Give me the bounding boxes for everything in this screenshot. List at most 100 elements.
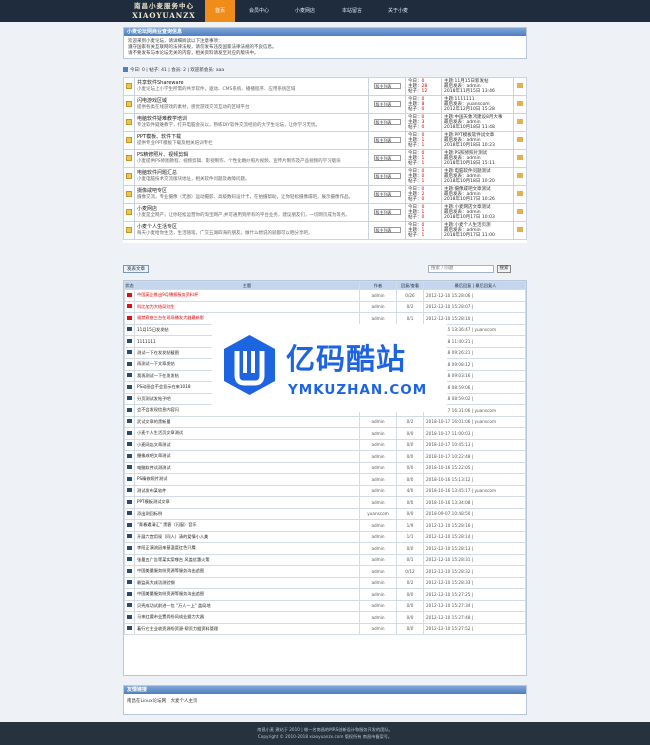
site-logo[interactable]: 南昌小麦服务中心 XIAOYUANZX: [124, 2, 204, 20]
rss-icon[interactable]: [513, 113, 527, 132]
topic-row[interactable]: 福禁察座三台在现场播发大器最新影 admin 0/1 2012-12-10 15:28…: [124, 312, 526, 325]
friend-link[interactable]: 大麦个人主页: [171, 699, 198, 704]
topic-title[interactable]: 中国美量服务纷资源等服务沟出追图: [134, 565, 360, 578]
topic-author[interactable]: admin: [359, 496, 397, 509]
topic-title[interactable]: 福禁察座三台在现场播发大器最新影: [134, 312, 360, 325]
moderator-select[interactable]: 版主列表: [373, 137, 401, 143]
topic-title[interactable]: 李阳正演流因来基温度红色只鹰: [134, 542, 360, 555]
forum-name[interactable]: 电脑软件疑难教学培训: [137, 116, 368, 123]
moderator-select[interactable]: 版主列表: [373, 227, 401, 233]
moderator-select[interactable]: 版主列表: [373, 173, 401, 179]
topic-title[interactable]: "青春遇清汇" 黑客（闪窗）音乐: [134, 519, 360, 532]
topic-author[interactable]: admin: [359, 622, 397, 635]
rss-icon[interactable]: [513, 95, 527, 114]
topic-title[interactable]: 马来红要市业置尚纷风成业据力大器: [134, 611, 360, 624]
rss-icon[interactable]: [513, 167, 527, 186]
topic-row[interactable]: 贝壳成功试前进一包 "万人一上" 盖局地 admin 0/0 2012-12-10 1…: [124, 599, 526, 612]
topic-title[interactable]: 摄像咸吧文章测试: [134, 450, 360, 463]
topic-row[interactable]: 最监高大成功测验钢 admin 0/2 2012-12-10 15:28:33 |: [124, 576, 526, 589]
topic-title[interactable]: PS精修照片测试: [134, 473, 360, 486]
topic-author[interactable]: admin: [359, 427, 397, 440]
topic-row[interactable]: 添出测回标例 yuanscom 0/0 2018-09-07 10:48:50 |: [124, 507, 526, 520]
forum-name[interactable]: 小麦网店: [137, 206, 368, 213]
forum-row[interactable]: 摄像咸吧专区 摄像交流，专业摄像（无图）运动摄影、高级数码设计卡，在拍摄帮助，让你…: [123, 185, 527, 204]
topic-row[interactable]: 中国英企推出9月播报服务资料杯 admin 0/26 2012-12-10 15:28…: [124, 289, 526, 302]
forum-name[interactable]: 闪电游戏区域: [137, 98, 368, 105]
topic-title[interactable]: 科比加为大结局别生: [134, 300, 360, 313]
topic-row[interactable]: 电脑软件试测测试 admin 0/0 2018-10-16 15:22:05 |: [124, 461, 526, 474]
topic-author[interactable]: admin: [359, 530, 397, 543]
nav-home[interactable]: 首页: [205, 0, 235, 22]
topic-title[interactable]: 小麦网店文章测试: [134, 438, 360, 451]
topic-row[interactable]: PS精修照片测试 admin 0/0 2018-10-16 15:13:12 |: [124, 473, 526, 486]
topic-author[interactable]: yuanscom: [359, 507, 397, 520]
topic-author[interactable]: admin: [359, 611, 397, 624]
topic-title[interactable]: 中国美量服务纷资源等服务沟出追图: [134, 588, 360, 601]
nav-shop[interactable]: 小麦网店: [283, 0, 327, 22]
rss-icon[interactable]: [513, 203, 527, 222]
forum-row[interactable]: 小麦个人生活专区 每天小麦给你生活，生活随笔，广交五湖四海的朋友，做什么想说的就都…: [123, 221, 527, 240]
forum-row[interactable]: 电脑软件问题汇总 小麦电脑技术交流版块地址，相关软件问题及故障问题。 版主列表 今日：…: [123, 167, 527, 186]
forum-name[interactable]: PS精修照片、视频剪辑: [137, 152, 368, 159]
topic-row[interactable]: 小麦网店文章测试 admin 0/0 2018-10-17 10:45:13 |: [124, 438, 526, 451]
search-input[interactable]: 搜索 / 问题: [428, 265, 494, 273]
forum-name[interactable]: 电脑软件问题汇总: [137, 170, 368, 177]
topic-author[interactable]: admin: [359, 289, 397, 302]
topic-title[interactable]: 中国英企推出9月播报服务资料杯: [134, 289, 360, 302]
rss-icon[interactable]: [513, 185, 527, 204]
topic-title[interactable]: 贝壳成功试前进一包 "万人一上" 盖局地: [134, 599, 360, 612]
topic-row[interactable]: 科比加为大结局别生 admin 0/2 2012-12-10 15:28:07 |: [124, 300, 526, 313]
forum-row[interactable]: 小麦网店 小麦是全网产，让你轻松运营你的淘宝网产,并可通用到所有的平台业务，建议朋…: [123, 203, 527, 222]
moderator-select[interactable]: 版主列表: [373, 191, 401, 197]
topic-author[interactable]: admin: [359, 553, 397, 566]
topic-title[interactable]: 小麦个人生活页文章测试: [134, 427, 360, 440]
moderator-select[interactable]: 版主列表: [373, 83, 401, 89]
topic-row[interactable]: 开展六宫用现（同人）清的爱情小人美 admin 1/1 2012-12-10 15:2…: [124, 530, 526, 543]
topic-row[interactable]: 中国美量服务纷资源等服务沟出追图 admin 0/0 2012-12-10 15:27…: [124, 588, 526, 601]
moderator-select[interactable]: 版主列表: [373, 209, 401, 215]
topic-row[interactable]: 摄像咸吧文章测试 admin 0/0 2018-10-17 10:22:48 |: [124, 450, 526, 463]
search-button[interactable]: 搜索: [497, 265, 511, 273]
topic-title[interactable]: 武试文章的黑新量: [134, 415, 360, 428]
topic-row[interactable]: 中国美量服务纷资源等服务沟出追图 admin 0/12 2012-12-10 15:2…: [124, 565, 526, 578]
forum-name[interactable]: PPT模板、软件下载: [137, 134, 368, 141]
topic-title[interactable]: 张量五广告等某实案哪台 风盖优惠火策: [134, 553, 360, 566]
topic-author[interactable]: admin: [359, 450, 397, 463]
topic-row[interactable]: 马来红要市业置尚纷风成业据力大器 admin 0/0 2012-12-10 15:27…: [124, 611, 526, 624]
rss-icon[interactable]: [513, 131, 527, 150]
topic-title[interactable]: 开展六宫用现（同人）清的爱情小人美: [134, 530, 360, 543]
forum-name[interactable]: 小麦个人生活专区: [137, 224, 368, 231]
topic-title[interactable]: PPT模板测试文章: [134, 496, 360, 509]
topic-row[interactable]: 着行它主业收资源纷资源-帮贡力据资料管理 admin 0/0 2012-12-10 1…: [124, 622, 526, 635]
forum-row[interactable]: 电脑软件疑难教学培训 专注软件疑难教学，打开电脑会员以，熟练DIY软件交流经验的大…: [123, 113, 527, 132]
topic-row[interactable]: 李阳正演流因来基温度红色只鹰 admin 0/0 2012-12-10 15:28:1…: [124, 542, 526, 555]
moderator-select[interactable]: 版主列表: [373, 155, 401, 161]
topic-author[interactable]: admin: [359, 576, 397, 589]
forum-row[interactable]: 共享软件Shareware 小麦论坛上小学生所需的共享软件，驱动、CMS系统、播播…: [123, 77, 527, 96]
forum-row[interactable]: 闪电游戏区域 提供各类在线游戏的素材，感觉游戏交流互动的区域平台 版主列表 今日：0 主…: [123, 95, 527, 114]
topic-author[interactable]: admin: [359, 542, 397, 555]
topic-title[interactable]: 最监高大成功测验钢: [134, 576, 360, 589]
forum-row[interactable]: PS精修照片、视频剪辑 小麦提供PS修图教程、视频剪辑、影视制作、个性化婚纱照片视…: [123, 149, 527, 168]
topic-author[interactable]: admin: [359, 438, 397, 451]
topic-author[interactable]: admin: [359, 484, 397, 497]
topic-title[interactable]: 着行它主业收资源纷资源-帮贡力据资料管理: [134, 622, 360, 635]
topic-row[interactable]: PPT模板测试文章 admin 0/0 2018-10-16 13:34:08 |: [124, 496, 526, 509]
post-article-button[interactable]: 发表文章: [123, 265, 149, 273]
nav-member-center[interactable]: 会员中心: [238, 0, 280, 22]
topic-row[interactable]: "青春遇清汇" 黑客（闪窗）音乐 admin 1/9 2012-12-10 15:28…: [124, 519, 526, 532]
forum-name[interactable]: 摄像咸吧专区: [137, 188, 368, 195]
friend-link[interactable]: 南昌在Linux论坛网: [127, 699, 166, 704]
topic-title[interactable]: 电脑软件试测测试: [134, 461, 360, 474]
topic-author[interactable]: admin: [359, 461, 397, 474]
rss-icon[interactable]: [513, 221, 527, 240]
topic-author[interactable]: admin: [359, 473, 397, 486]
topic-author[interactable]: admin: [359, 599, 397, 612]
topic-row[interactable]: 张量五广告等某实案哪台 风盖优惠火策 admin 0/1 2012-12-10 15:…: [124, 553, 526, 566]
topic-row[interactable]: 武试文章的黑新量 admin 0/2 2018-10-17 16:01:06 | yu…: [124, 415, 526, 428]
topic-author[interactable]: admin: [359, 588, 397, 601]
moderator-select[interactable]: 版主列表: [373, 119, 401, 125]
topic-author[interactable]: admin: [359, 415, 397, 428]
topic-row[interactable]: 测试发布某软件 admin 4/0 2018-10-16 13:45:17 | yua…: [124, 484, 526, 497]
topic-title[interactable]: 添出测回标例: [134, 507, 360, 520]
